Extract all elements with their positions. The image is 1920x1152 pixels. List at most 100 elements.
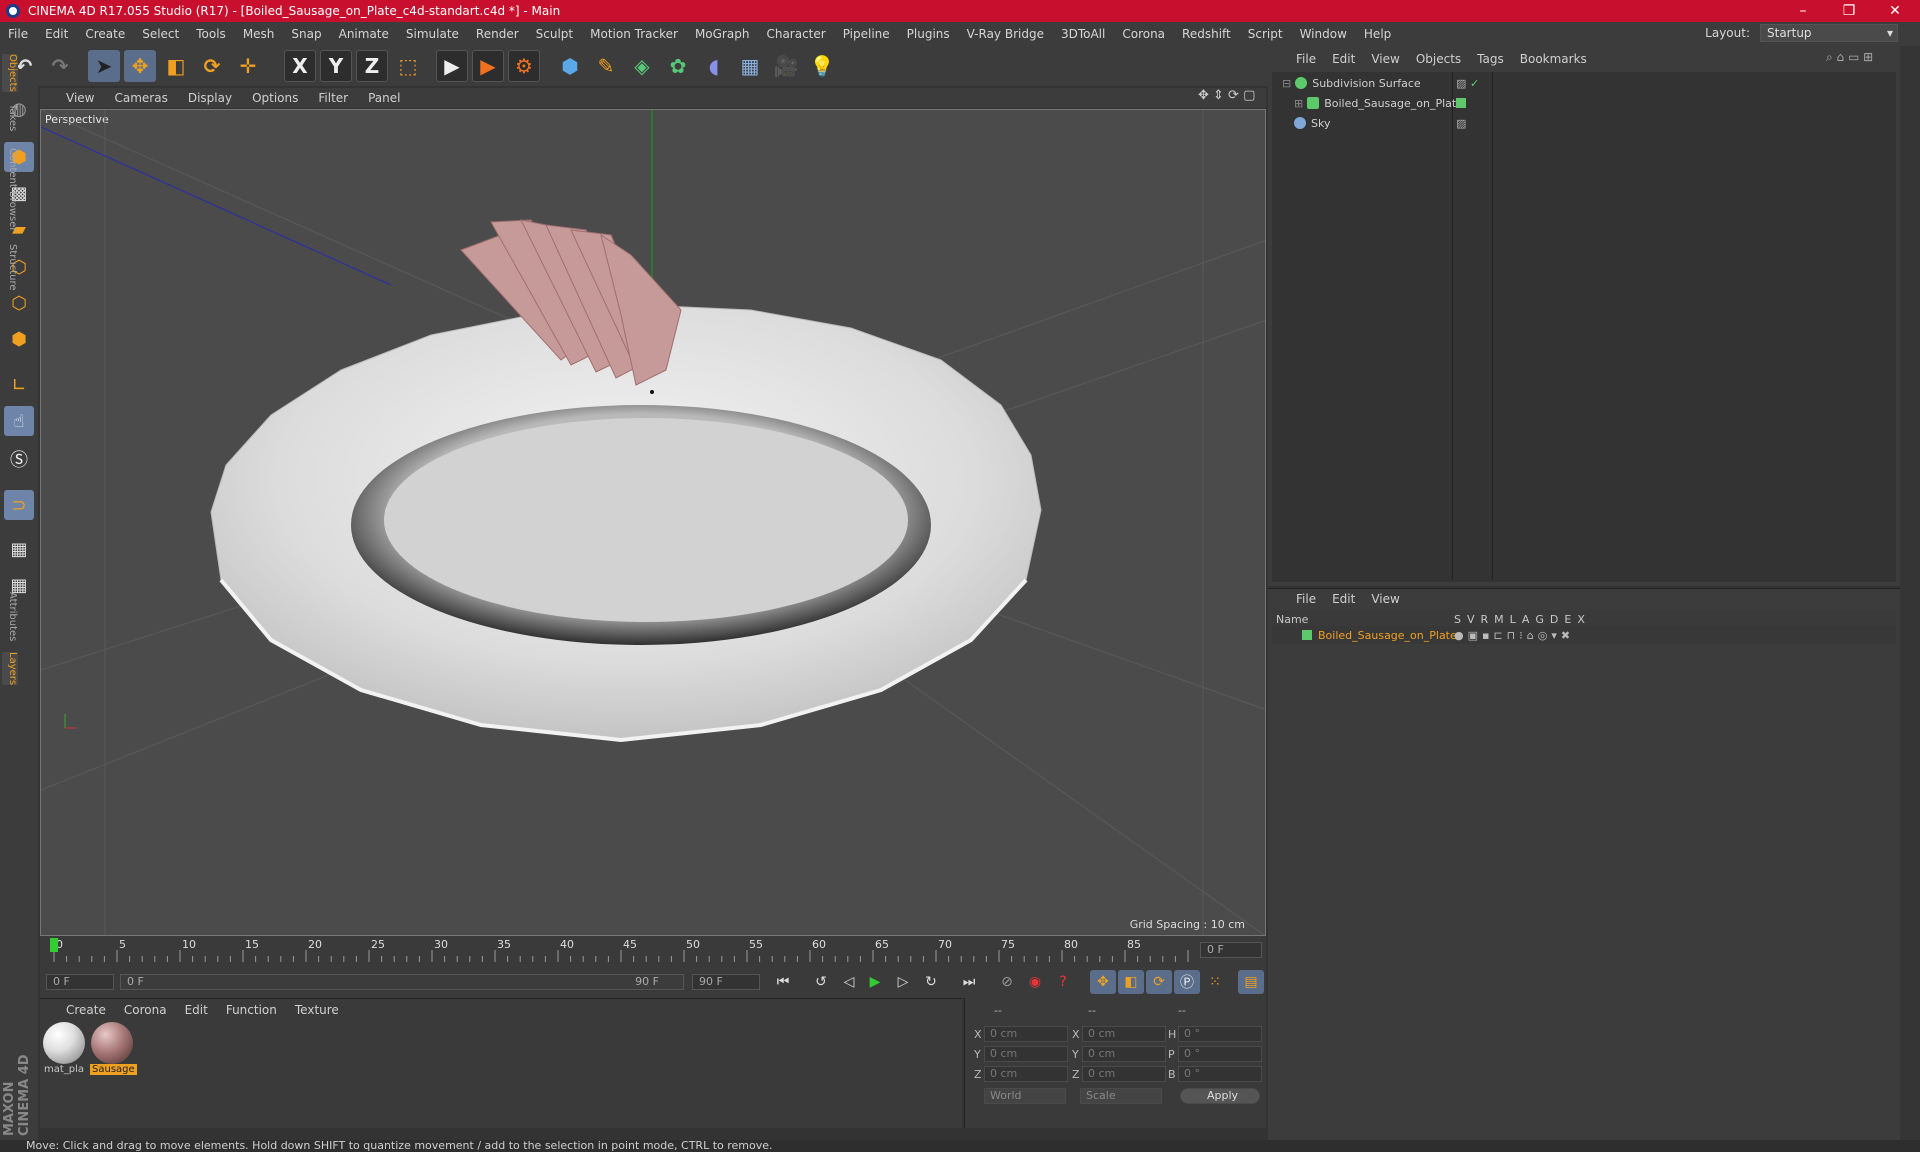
menu-sculpt[interactable]: Sculpt (536, 27, 573, 41)
array-icon[interactable]: ✿ (662, 50, 694, 82)
move-icon[interactable]: ✥ (124, 50, 156, 82)
layout-dropdown[interactable]: Startup ▾ (1760, 24, 1898, 42)
tab-attributes[interactable]: Attributes (2, 592, 18, 641)
material-menu-edit[interactable]: Edit (185, 1003, 208, 1017)
3d-viewport[interactable]: Perspective Grid Spacing: 10 cm (40, 109, 1266, 936)
coord-rot-p-field[interactable]: 0 ° (1178, 1046, 1262, 1062)
playhead[interactable] (50, 938, 58, 952)
edges-mode-icon[interactable]: ⬡ (4, 288, 34, 318)
menu-redshift[interactable]: Redshift (1182, 27, 1231, 41)
prev-key-icon[interactable]: ↺ (808, 970, 834, 994)
spline-pen-icon[interactable]: ✎ (590, 50, 622, 82)
viewport-menu-filter[interactable]: Filter (318, 91, 348, 105)
layer-menu-view[interactable]: View (1371, 592, 1399, 606)
tab-structure[interactable]: Structure (2, 244, 18, 291)
play-icon[interactable]: ▶ (862, 970, 888, 994)
menu-pipeline[interactable]: Pipeline (843, 27, 890, 41)
grid-lock-icon[interactable]: ▦ (4, 534, 34, 564)
menu-edit[interactable]: Edit (45, 27, 68, 41)
maximize-button[interactable]: ❐ (1826, 0, 1872, 22)
menu-3dtoall[interactable]: 3DToAll (1061, 27, 1105, 41)
object-menu-edit[interactable]: Edit (1332, 52, 1355, 66)
menu-render[interactable]: Render (476, 27, 519, 41)
layer-menu-file[interactable]: File (1296, 592, 1316, 606)
magnet-icon[interactable]: ⊃ (4, 490, 34, 520)
tree-collapse-icon[interactable]: ⊟ (1282, 77, 1291, 90)
subdivision-icon[interactable]: ◈ (626, 50, 658, 82)
record-keys-icon[interactable]: ⊘ (994, 970, 1020, 994)
live-transform-icon[interactable]: ✛ (232, 50, 264, 82)
menu-tools[interactable]: Tools (196, 27, 226, 41)
object-menu-view[interactable]: View (1371, 52, 1399, 66)
coord-pos-x-field[interactable]: 0 cm (984, 1026, 1068, 1042)
tab-objects[interactable]: Objects (2, 54, 18, 92)
light-icon[interactable]: 💡 (806, 50, 838, 82)
coord-pos-y-field[interactable]: 0 cm (984, 1046, 1068, 1062)
menu-simulate[interactable]: Simulate (406, 27, 459, 41)
object-menu-tags[interactable]: Tags (1477, 52, 1504, 66)
viewport-menu-cameras[interactable]: Cameras (114, 91, 167, 105)
go-to-end-icon[interactable]: ⏭ (956, 970, 982, 994)
viewport-nav-icons[interactable]: ✥ ⇕ ⟳ ▢ (1198, 88, 1255, 103)
menu-motion-tracker[interactable]: Motion Tracker (590, 27, 678, 41)
coord-size-x-field[interactable]: 0 cm (1082, 1026, 1166, 1042)
key-pla-icon[interactable]: ⁙ (1202, 970, 1228, 994)
start-frame-field[interactable]: 0 F (46, 974, 114, 990)
tree-expand-icon[interactable]: ⊞ (1294, 97, 1303, 110)
menu-select[interactable]: Select (142, 27, 179, 41)
layer-toggle-icons[interactable]: ●▣▪⊏⊓⁝⌂◎▾✖ (1454, 629, 1574, 642)
key-position-icon[interactable]: ✥ (1090, 970, 1116, 994)
tab-content-browser[interactable]: Content Browser (2, 148, 18, 231)
polygons-mode-icon[interactable]: ⬢ (4, 324, 34, 354)
x-axis-icon[interactable]: X (284, 50, 316, 82)
key-parameter-icon[interactable]: Ⓟ (1174, 970, 1200, 994)
redo-icon[interactable]: ↷ (44, 50, 76, 82)
layer-row[interactable]: Boiled_Sausage_on_Plate ●▣▪⊏⊓⁝⌂◎▾✖ (1272, 626, 1896, 644)
camera-icon[interactable]: 🎥 (770, 50, 802, 82)
menu-vray-bridge[interactable]: V-Ray Bridge (967, 27, 1044, 41)
render-settings-icon[interactable]: ⚙ (508, 50, 540, 82)
menu-mograph[interactable]: MoGraph (695, 27, 750, 41)
prev-frame-icon[interactable]: ◁ (836, 970, 862, 994)
coord-size-z-field[interactable]: 0 cm (1082, 1066, 1166, 1082)
minimize-button[interactable]: – (1780, 0, 1826, 22)
tweak-icon[interactable]: ☝ (4, 406, 34, 436)
deformer-icon[interactable]: ◖ (698, 50, 730, 82)
cube-icon[interactable]: ⬢ (554, 50, 586, 82)
current-frame-field[interactable]: 0 F (1200, 942, 1262, 958)
timeline-window-icon[interactable]: ▤ (1238, 970, 1264, 994)
object-menu-bookmarks[interactable]: Bookmarks (1520, 52, 1587, 66)
next-frame-icon[interactable]: ▷ (890, 970, 916, 994)
end-frame-field[interactable]: 90 F (692, 974, 760, 990)
menu-snap[interactable]: Snap (291, 27, 321, 41)
material-menu-texture[interactable]: Texture (295, 1003, 339, 1017)
object-row[interactable]: ⊟ Subdivision Surface ▨ ✓ (1272, 73, 1896, 93)
scale-icon[interactable]: ◧ (160, 50, 192, 82)
coord-space-dropdown[interactable]: World (984, 1088, 1066, 1104)
auto-keying-icon[interactable]: ◉ (1022, 970, 1048, 994)
viewport-menu-options[interactable]: Options (252, 91, 298, 105)
menu-window[interactable]: Window (1300, 27, 1347, 41)
visibility-toggle[interactable]: ▨ (1456, 77, 1466, 90)
material-menu-corona[interactable]: Corona (124, 1003, 167, 1017)
visibility-toggle[interactable]: ▨ (1456, 117, 1466, 130)
coord-pos-z-field[interactable]: 0 cm (984, 1066, 1068, 1082)
floor-icon[interactable]: ▦ (734, 50, 766, 82)
z-axis-icon[interactable]: Z (356, 50, 388, 82)
object-menu-file[interactable]: File (1296, 52, 1316, 66)
menu-help[interactable]: Help (1364, 27, 1391, 41)
object-manager-search-icons[interactable]: ⌕ ⌂ ▭ ⊞ (1826, 50, 1873, 65)
material-swatch-selected[interactable]: Sausage (90, 1022, 137, 1078)
tab-takes[interactable]: Takes (2, 104, 18, 131)
layer-color-swatch[interactable] (1456, 98, 1466, 108)
material-menu-function[interactable]: Function (226, 1003, 277, 1017)
key-scale-icon[interactable]: ◧ (1118, 970, 1144, 994)
enabled-check-icon[interactable]: ✓ (1470, 77, 1479, 90)
menu-script[interactable]: Script (1248, 27, 1283, 41)
coord-mode-dropdown[interactable]: Scale (1080, 1088, 1162, 1104)
render-view-icon[interactable]: ▶ (436, 50, 468, 82)
material-swatch[interactable]: mat_pla (42, 1022, 86, 1078)
timeline-ruler[interactable]: 051015202530354045505560657075808590 0 F (40, 936, 1266, 966)
coord-rot-h-field[interactable]: 0 ° (1178, 1026, 1262, 1042)
object-row[interactable]: Sky ▨ (1272, 113, 1896, 133)
